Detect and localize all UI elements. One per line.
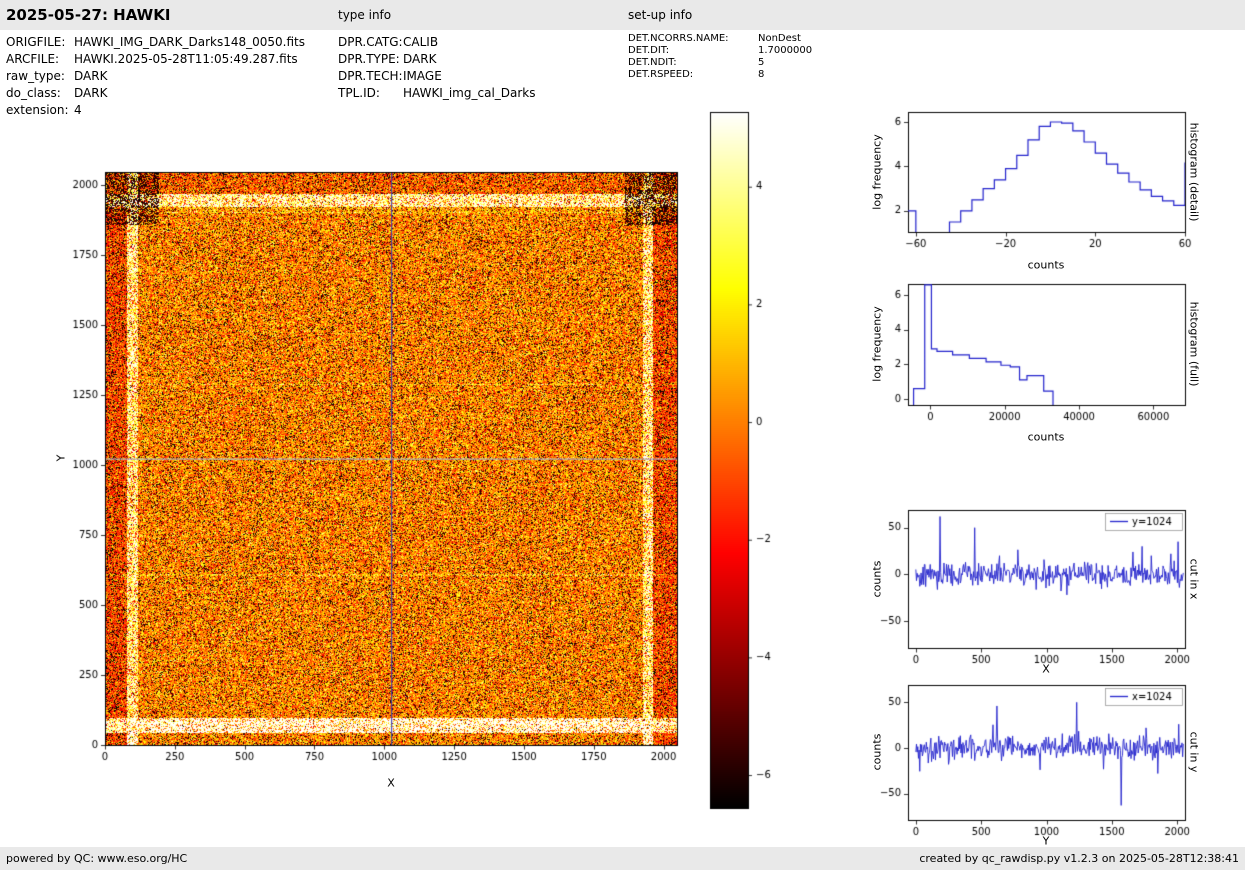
meta-label: do_class: bbox=[6, 86, 61, 100]
meta-label: ORIGFILE: bbox=[6, 35, 66, 49]
cut-x-yaxis-label: counts bbox=[870, 560, 884, 598]
meta-value: 5 bbox=[758, 57, 765, 68]
meta-row-raw-type: raw_type: DARK bbox=[6, 68, 305, 85]
meta-row-ndit: DET.NDIT: 5 bbox=[628, 57, 812, 69]
cut-in-y-plot bbox=[858, 673, 1193, 858]
setup-info-block: DET.NCORRS.NAME: NonDest DET.DIT: 1.7000… bbox=[628, 33, 812, 81]
meta-value: CALIB bbox=[403, 35, 439, 49]
hist-detail-yaxis-label: log frequency bbox=[870, 134, 884, 210]
meta-label: ARCFILE: bbox=[6, 52, 60, 66]
meta-row-origfile: ORIGFILE: HAWKI_IMG_DARK_Darks148_0050.f… bbox=[6, 34, 305, 51]
meta-label: DPR.TECH: bbox=[338, 69, 403, 83]
cut-y-yaxis-label: counts bbox=[870, 733, 884, 771]
meta-label: DET.NDIT: bbox=[628, 57, 677, 68]
header-bar: 2025-05-27: HAWKI type info set-up info bbox=[0, 0, 1245, 30]
meta-value: NonDest bbox=[758, 33, 801, 44]
powered-by-link[interactable]: powered by QC: www.eso.org/HC bbox=[6, 847, 187, 870]
cut-x-xaxis-label: X bbox=[1042, 662, 1050, 676]
cut-x-title: cut in x bbox=[1187, 558, 1201, 600]
colorbar bbox=[700, 105, 795, 820]
meta-value: DARK bbox=[74, 69, 108, 83]
page-title: 2025-05-27: HAWKI bbox=[6, 6, 171, 24]
raw-image-plot bbox=[55, 150, 715, 810]
meta-row-ncorrs: DET.NCORRS.NAME: NonDest bbox=[628, 33, 812, 45]
hist-detail-xaxis-label: counts bbox=[1027, 258, 1065, 272]
main-xaxis-label: X bbox=[387, 776, 395, 790]
histogram-detail-plot bbox=[858, 100, 1193, 265]
type-info-block: DPR.CATG: CALIB DPR.TYPE: DARK DPR.TECH:… bbox=[338, 34, 536, 102]
meta-row-dpr-catg: DPR.CATG: CALIB bbox=[338, 34, 536, 51]
meta-row-tpl-id: TPL.ID: HAWKI_img_cal_Darks bbox=[338, 85, 536, 102]
created-by-text: created by qc_rawdisp.py v1.2.3 on 2025-… bbox=[919, 852, 1239, 865]
meta-row-dpr-tech: DPR.TECH: IMAGE bbox=[338, 68, 536, 85]
histogram-full-plot bbox=[858, 272, 1193, 437]
meta-row-dpr-type: DPR.TYPE: DARK bbox=[338, 51, 536, 68]
meta-label: extension: bbox=[6, 103, 69, 117]
meta-label: DET.NCORRS.NAME: bbox=[628, 33, 729, 44]
meta-label: raw_type: bbox=[6, 69, 65, 83]
meta-value: HAWKI_IMG_DARK_Darks148_0050.fits bbox=[74, 35, 305, 49]
footer-bar: powered by QC: www.eso.org/HC created by… bbox=[0, 847, 1245, 870]
meta-value: DARK bbox=[74, 86, 108, 100]
meta-value: 8 bbox=[758, 69, 765, 80]
setup-info-heading: set-up info bbox=[628, 8, 693, 22]
meta-value: IMAGE bbox=[403, 69, 442, 83]
meta-row-arcfile: ARCFILE: HAWKI.2025-05-28T11:05:49.287.f… bbox=[6, 51, 305, 68]
hist-full-xaxis-label: counts bbox=[1027, 430, 1065, 444]
cut-y-title: cut in y bbox=[1187, 731, 1201, 773]
type-info-heading: type info bbox=[338, 8, 392, 22]
hist-detail-title: histogram (detail) bbox=[1187, 122, 1201, 222]
meta-label: DPR.TYPE: bbox=[338, 52, 400, 66]
meta-row-dit: DET.DIT: 1.7000000 bbox=[628, 45, 812, 57]
meta-row-extension: extension: 4 bbox=[6, 102, 305, 119]
meta-value: 1.7000000 bbox=[758, 45, 813, 56]
cut-in-x-plot bbox=[858, 498, 1193, 683]
meta-value: HAWKI.2025-05-28T11:05:49.287.fits bbox=[74, 52, 298, 66]
cut-y-xaxis-label: Y bbox=[1042, 834, 1050, 848]
hist-full-title: histogram (full) bbox=[1187, 301, 1201, 387]
main-yaxis-label: Y bbox=[54, 454, 68, 462]
meta-label: DPR.CATG: bbox=[338, 35, 403, 49]
meta-row-do-class: do_class: DARK bbox=[6, 85, 305, 102]
hist-full-yaxis-label: log frequency bbox=[870, 306, 884, 382]
file-info-block: ORIGFILE: HAWKI_IMG_DARK_Darks148_0050.f… bbox=[6, 34, 305, 119]
meta-value: 4 bbox=[74, 103, 82, 117]
meta-label: DET.RSPEED: bbox=[628, 69, 694, 80]
meta-row-rspeed: DET.RSPEED: 8 bbox=[628, 69, 812, 81]
meta-label: TPL.ID: bbox=[338, 86, 380, 100]
meta-value: HAWKI_img_cal_Darks bbox=[403, 86, 536, 100]
meta-value: DARK bbox=[403, 52, 437, 66]
meta-label: DET.DIT: bbox=[628, 45, 670, 56]
